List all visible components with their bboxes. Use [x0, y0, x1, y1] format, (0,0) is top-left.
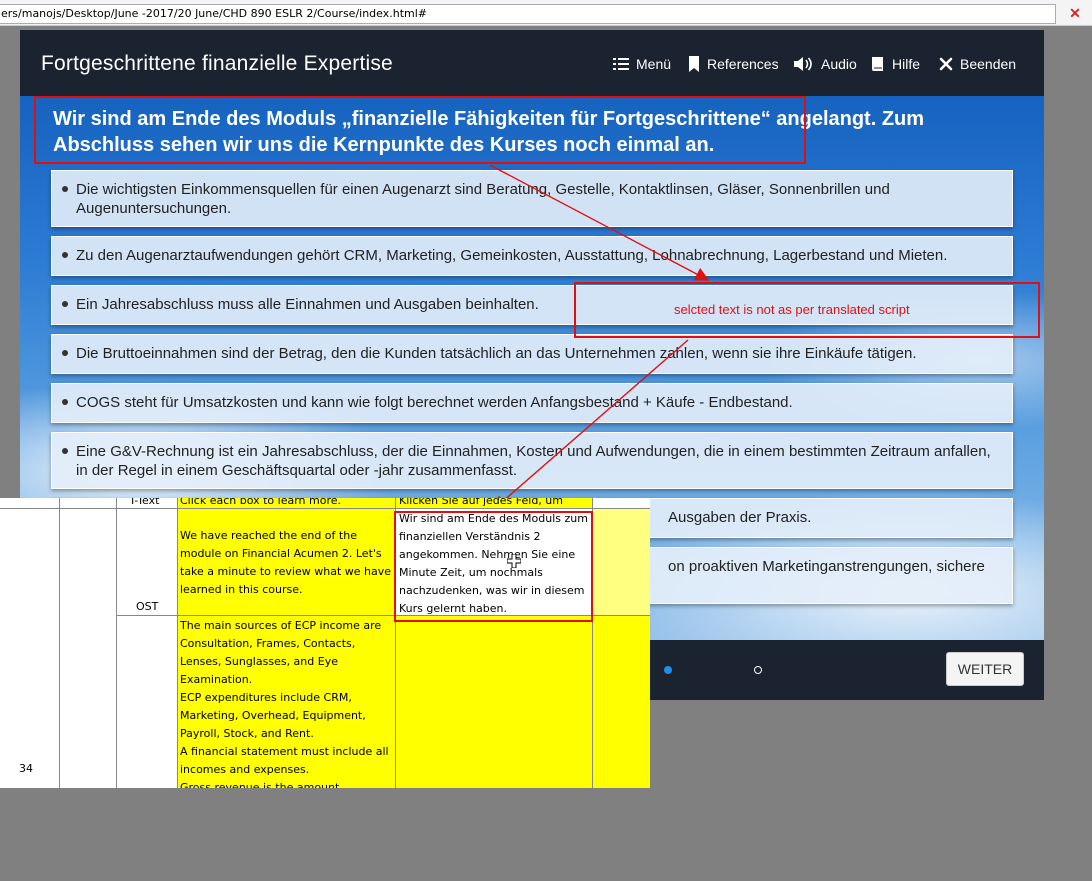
row-number: 34	[19, 762, 33, 775]
highlight-cell	[592, 508, 650, 615]
annotation-box-cell	[394, 511, 593, 622]
type-cell: OST	[136, 600, 159, 613]
cross-cursor-icon	[507, 554, 521, 568]
translation-cell[interactable]: Klicken Sie auf jedes Feld, um	[399, 498, 563, 510]
highlight-cell	[395, 615, 592, 788]
annotation-arrow	[489, 164, 710, 281]
highlight-cell	[592, 615, 650, 788]
source-text-cell[interactable]: The main sources of ECP income are Consu…	[180, 617, 389, 788]
source-text-cell[interactable]: Click each box to learn more.	[180, 498, 341, 510]
annotation-arrow	[492, 339, 689, 510]
type-cell: I-Text	[131, 498, 160, 507]
source-text-cell[interactable]: We have reached the end of the module on…	[180, 527, 391, 599]
